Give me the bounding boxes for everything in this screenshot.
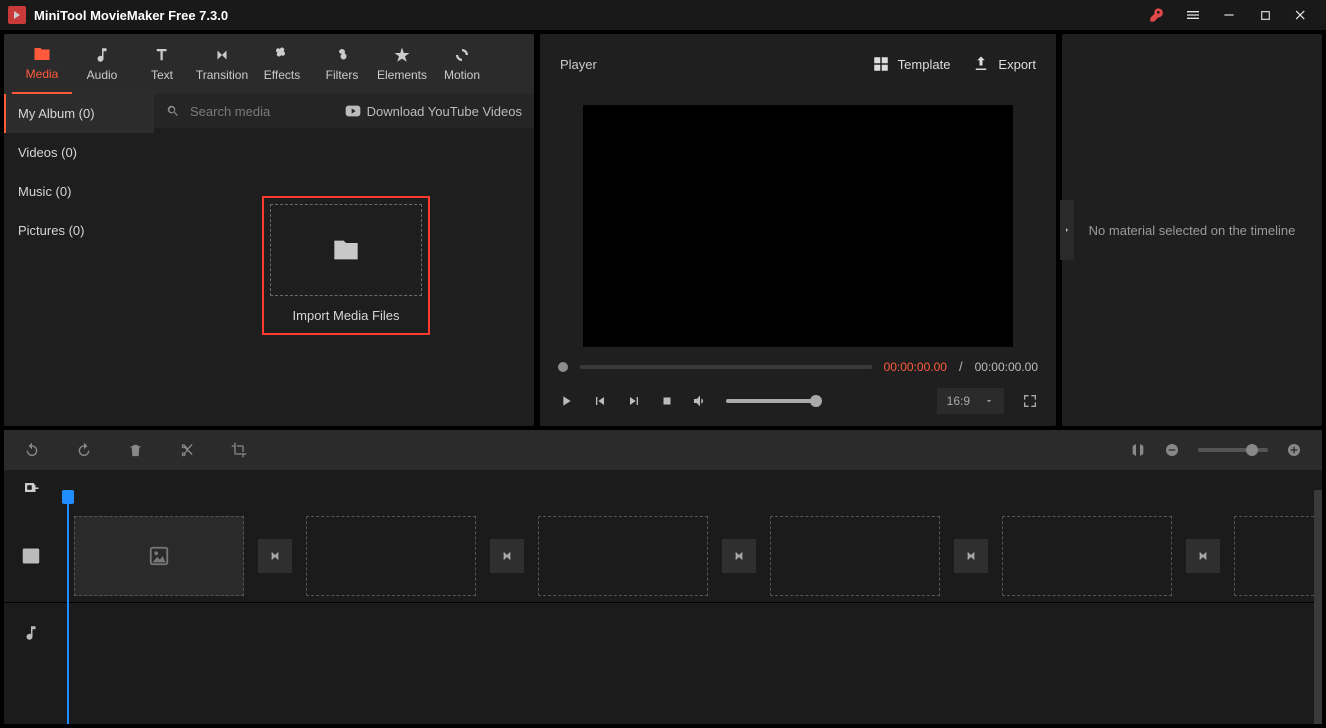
close-button[interactable] <box>1284 0 1318 30</box>
sidebar-item-pictures[interactable]: Pictures (0) <box>4 211 154 250</box>
tab-elements[interactable]: Elements <box>372 34 432 94</box>
transition-slot[interactable] <box>954 539 988 573</box>
transition-slot[interactable] <box>258 539 292 573</box>
zoom-slider[interactable] <box>1198 448 1268 452</box>
seek-bar[interactable] <box>580 365 872 369</box>
chevron-down-icon <box>984 396 994 406</box>
next-frame-button[interactable] <box>626 393 642 409</box>
tab-media[interactable]: Media <box>12 34 72 94</box>
effects-icon <box>273 46 291 64</box>
redo-button[interactable] <box>76 442 92 458</box>
module-tabs: Media Audio Text Transition Effects Filt… <box>4 34 534 94</box>
panel-collapse-button[interactable] <box>1060 200 1074 260</box>
delete-button[interactable] <box>128 443 143 458</box>
motion-icon <box>453 46 471 64</box>
playhead[interactable] <box>68 470 82 724</box>
app-title: MiniTool MovieMaker Free 7.3.0 <box>34 8 228 23</box>
transition-icon <box>213 46 231 64</box>
transition-slot[interactable] <box>490 539 524 573</box>
tab-text[interactable]: Text <box>132 34 192 94</box>
timeline-toolbar <box>4 430 1322 470</box>
timeline-ruler[interactable] <box>4 470 1322 510</box>
activate-key-button[interactable] <box>1140 0 1174 30</box>
timeline <box>4 470 1322 724</box>
player-panel: Player Template Export 00:00:00.00 / <box>540 34 1056 426</box>
player-title: Player <box>560 57 597 72</box>
import-media-area[interactable]: Import Media Files <box>262 196 430 335</box>
properties-empty-message: No material selected on the timeline <box>1069 223 1316 238</box>
timeline-scrollbar[interactable] <box>1314 490 1322 724</box>
tab-motion[interactable]: Motion <box>432 34 492 94</box>
time-current: 00:00:00.00 <box>884 360 947 374</box>
minimize-button[interactable] <box>1212 0 1246 30</box>
crop-button[interactable] <box>231 442 247 458</box>
clip-slot[interactable] <box>770 516 940 596</box>
prev-frame-button[interactable] <box>592 393 608 409</box>
transition-slot[interactable] <box>1186 539 1220 573</box>
text-icon <box>153 46 171 64</box>
media-panel: Media Audio Text Transition Effects Filt… <box>4 34 534 426</box>
transition-slot[interactable] <box>722 539 756 573</box>
audio-track-icon <box>22 624 50 642</box>
preview-area <box>540 94 1056 349</box>
tab-effects[interactable]: Effects <box>252 34 312 94</box>
media-category-list: My Album (0) Videos (0) Music (0) Pictur… <box>4 94 154 426</box>
download-youtube-button[interactable]: Download YouTube Videos <box>345 104 522 119</box>
search-icon <box>166 104 180 118</box>
timeline-mode-button[interactable] <box>1130 442 1146 458</box>
volume-button[interactable] <box>692 393 708 409</box>
clip-slot[interactable] <box>1002 516 1172 596</box>
export-button[interactable]: Export <box>972 55 1036 73</box>
sidebar-item-music[interactable]: Music (0) <box>4 172 154 211</box>
folder-icon <box>33 45 51 63</box>
zoom-in-button[interactable] <box>1286 442 1302 458</box>
menu-button[interactable] <box>1176 0 1210 30</box>
video-track-icon <box>22 547 50 565</box>
add-track-button[interactable] <box>22 480 40 498</box>
aspect-ratio-select[interactable]: 16:9 <box>937 388 1004 414</box>
sidebar-item-videos[interactable]: Videos (0) <box>4 133 154 172</box>
time-total: 00:00:00.00 <box>975 360 1038 374</box>
tab-filters[interactable]: Filters <box>312 34 372 94</box>
clip-slot[interactable] <box>538 516 708 596</box>
chevron-right-icon <box>1063 226 1071 234</box>
tab-audio[interactable]: Audio <box>72 34 132 94</box>
undo-button[interactable] <box>24 442 40 458</box>
preview-canvas <box>583 105 1013 347</box>
video-track <box>4 510 1322 602</box>
image-placeholder-icon <box>148 545 170 567</box>
elements-icon <box>393 46 411 64</box>
fullscreen-button[interactable] <box>1022 393 1038 409</box>
search-input[interactable] <box>190 104 310 119</box>
split-button[interactable] <box>179 442 195 458</box>
audio-track <box>4 602 1322 662</box>
maximize-button[interactable] <box>1248 0 1282 30</box>
play-button[interactable] <box>558 393 574 409</box>
volume-slider[interactable] <box>726 399 816 403</box>
clip-slot[interactable] <box>74 516 244 596</box>
stop-button[interactable] <box>660 394 674 408</box>
clip-slot[interactable] <box>1234 516 1314 596</box>
sidebar-item-my-album[interactable]: My Album (0) <box>4 94 154 133</box>
zoom-out-button[interactable] <box>1164 442 1180 458</box>
folder-icon <box>332 236 360 264</box>
seek-handle[interactable] <box>558 362 568 372</box>
music-note-icon <box>93 46 111 64</box>
clip-slot[interactable] <box>306 516 476 596</box>
import-label: Import Media Files <box>270 308 422 323</box>
filters-icon <box>333 46 351 64</box>
titlebar: MiniTool MovieMaker Free 7.3.0 <box>0 0 1326 30</box>
template-button[interactable]: Template <box>872 55 951 73</box>
tab-transition[interactable]: Transition <box>192 34 252 94</box>
properties-panel: No material selected on the timeline <box>1062 34 1322 426</box>
app-logo <box>8 6 26 24</box>
